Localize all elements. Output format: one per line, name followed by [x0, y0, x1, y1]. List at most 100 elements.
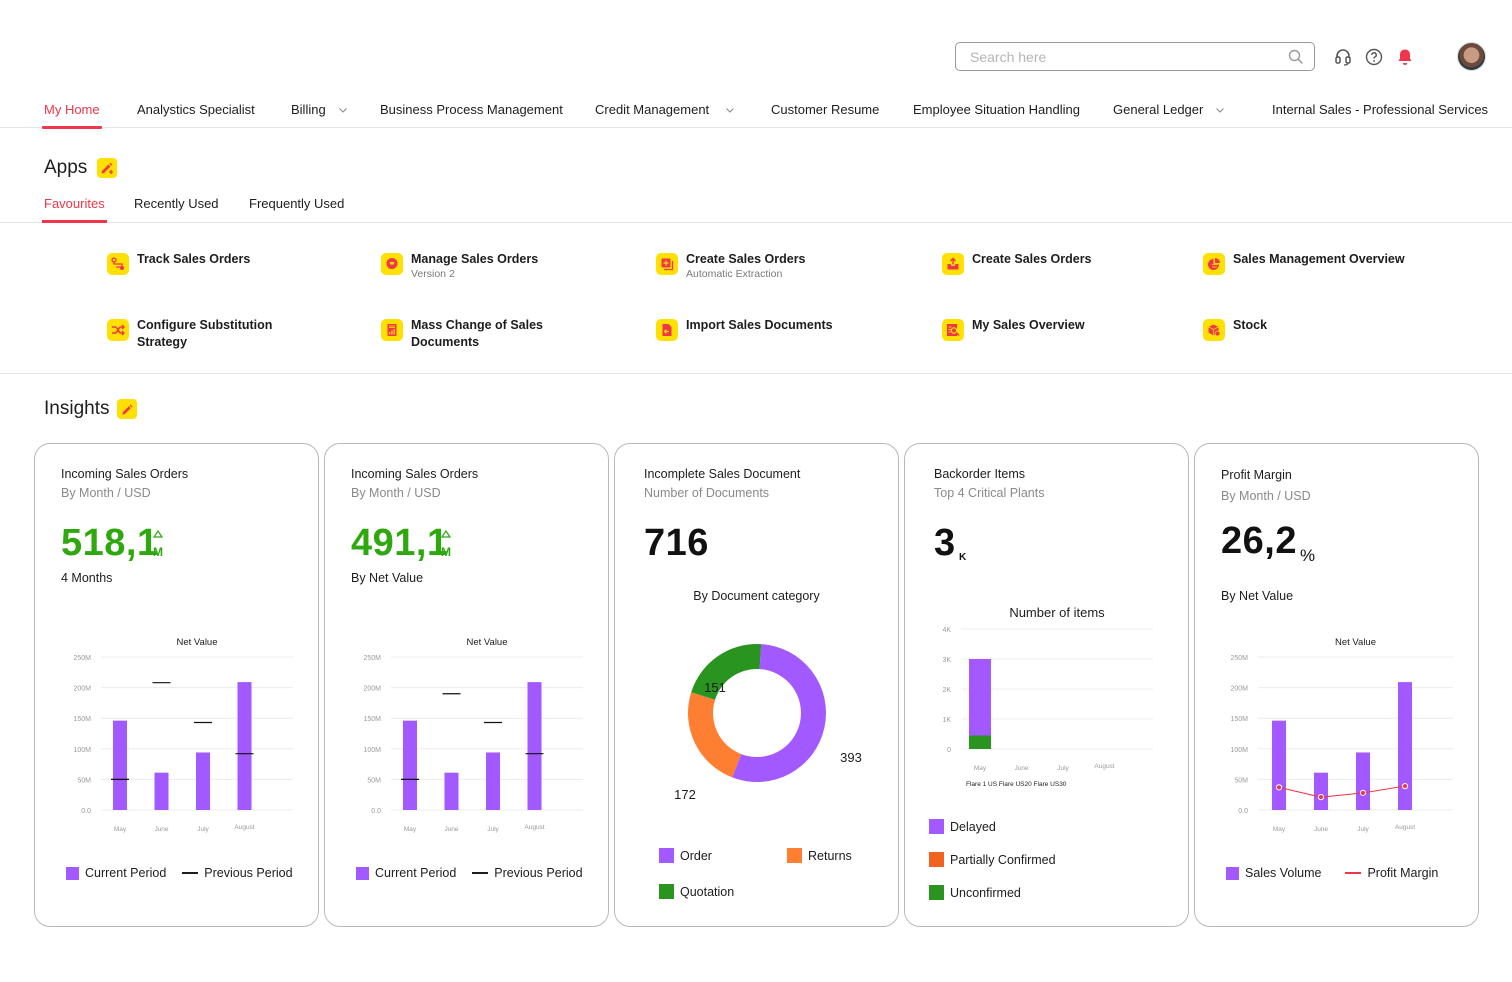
search-input[interactable]: [970, 48, 1288, 65]
y-tick-label: 0.0: [81, 808, 91, 815]
edit-insights-button[interactable]: [117, 399, 138, 419]
profit-margin-point: [1317, 794, 1325, 801]
nav-item-general-ledger[interactable]: General Ledger: [1113, 102, 1225, 117]
app-title: Import Sales Documents: [686, 318, 833, 332]
headset-icon[interactable]: [1333, 47, 1353, 67]
cart-chat-icon: [381, 253, 403, 275]
app-tile-stock[interactable]: Stock: [1203, 317, 1423, 341]
app-tile-sales-management-overview[interactable]: Sales Management Overview: [1203, 251, 1453, 275]
card-subtitle: Top 4 Critical Plants: [934, 486, 1045, 500]
section-divider: [0, 373, 1512, 374]
bar: [527, 682, 542, 810]
search-icon[interactable]: [1288, 49, 1304, 65]
legend-item-unconfirmed: Unconfirmed: [929, 885, 1021, 900]
app-tile-configure-substitution-strategy[interactable]: Configure Substitution Strategy: [107, 317, 327, 351]
x-footer-label: Flare 1 US Flare US20 Flare US30: [966, 781, 1067, 788]
bar: [196, 752, 210, 810]
tab-favourites[interactable]: Favourites: [42, 196, 107, 223]
nav-item-billing[interactable]: Billing: [291, 102, 348, 117]
pencil-plus-icon: [101, 162, 114, 174]
bar: [444, 772, 459, 810]
bell-icon[interactable]: [1395, 47, 1415, 67]
app-tile-mass-change-sales-documents[interactable]: Mass Change of Sales Documents: [381, 317, 601, 351]
y-tick-label: 150M: [363, 716, 381, 723]
profit-margin-point: [1359, 789, 1367, 796]
x-tick-label: July: [1357, 826, 1369, 833]
y-tick-label: 2K: [942, 687, 951, 694]
y-tick-label: 250M: [363, 655, 381, 662]
bar: [1314, 772, 1328, 810]
y-tick-label: 100M: [363, 747, 381, 754]
y-tick-label: 0.0: [1238, 808, 1248, 815]
bar: [237, 682, 252, 810]
nav-item-label: Business Process Management: [380, 102, 563, 117]
app-tile-my-sales-overview[interactable]: My Sales Overview: [942, 317, 1162, 341]
app-title: Manage Sales Orders: [411, 252, 539, 266]
nav-item-customer-resume[interactable]: Customer Resume: [771, 102, 879, 117]
nav-item-label: My Home: [44, 102, 100, 117]
tab-recently-used[interactable]: Recently Used: [134, 196, 219, 211]
insights-heading: Insights: [44, 398, 138, 420]
shuffle-icon: [107, 319, 129, 341]
y-tick-label: 3K: [942, 657, 951, 664]
insight-card-backorder-items[interactable]: Backorder Items Top 4 Critical Plants 3 …: [904, 443, 1189, 927]
app-tile-track-sales-orders[interactable]: Track Sales Orders: [107, 251, 327, 275]
legend-line-previous: [182, 872, 199, 874]
bar: [1272, 720, 1286, 810]
bar: [1356, 752, 1370, 810]
app-tile-import-sales-documents[interactable]: Import Sales Documents: [656, 317, 876, 341]
y-tick-label: 150M: [73, 716, 91, 723]
legend-label: Returns: [808, 848, 852, 863]
chart-legend: Current Period Previous Period: [66, 866, 293, 880]
nav-item-label: Customer Resume: [771, 102, 880, 117]
kpi-value: 3: [934, 522, 956, 564]
nav-item-label: Credit Management: [595, 102, 710, 117]
nav-item-employee-situation-handling[interactable]: Employee Situation Handling: [913, 102, 1080, 117]
nav-item-internal-sales[interactable]: Internal Sales - Professional Services: [1272, 102, 1488, 117]
x-tick-label: June: [1014, 765, 1028, 772]
legend-swatch: [929, 852, 944, 867]
app-tile-create-sales-orders-auto[interactable]: Create Sales Orders Automatic Extraction: [656, 251, 876, 281]
insight-card-incoming-sales-orders-1[interactable]: Incoming Sales Orders By Month / USD 518…: [34, 443, 319, 927]
nav-item-business-process-management[interactable]: Business Process Management: [380, 102, 563, 117]
legend-swatch: [659, 848, 674, 863]
kpi-description: By Net Value: [351, 571, 424, 585]
nav-item-my-home[interactable]: My Home: [42, 102, 102, 129]
document-category-donut-chart: 393 172 151: [674, 644, 862, 802]
nav-item-analytics-specialist[interactable]: Analystics Specialist: [137, 102, 255, 117]
legend-label: Profit Margin: [1367, 866, 1439, 880]
x-tick-label: June: [1314, 826, 1328, 833]
kpi-value: 716: [644, 522, 709, 564]
donut-slice-returns: [688, 692, 742, 778]
search-box[interactable]: [955, 42, 1315, 71]
app-title: Sales Management Overview: [1233, 252, 1405, 266]
nav-item-credit-management[interactable]: Credit Management: [595, 102, 735, 117]
card-subtitle: By Month / USD: [351, 486, 441, 500]
app-tile-create-sales-orders[interactable]: Create Sales Orders: [942, 251, 1162, 275]
insight-card-incomplete-sales-document[interactable]: Incomplete Sales Document Number of Docu…: [614, 443, 899, 927]
edit-apps-button[interactable]: [97, 158, 118, 178]
card-subtitle: Number of Documents: [644, 486, 770, 500]
pie-chart-icon: [1203, 253, 1225, 275]
legend-swatch: [929, 819, 944, 834]
kpi-description: 4 Months: [61, 571, 113, 585]
user-avatar[interactable]: [1457, 42, 1486, 71]
legend-item-returns: Returns: [787, 848, 852, 863]
kpi-unit: M: [441, 545, 451, 559]
insight-card-profit-margin[interactable]: Profit Margin By Month / USD 26,2 % By N…: [1194, 443, 1479, 927]
help-icon[interactable]: [1364, 47, 1384, 67]
x-tick-label: August: [1094, 763, 1114, 770]
bar-segment-unconfirmed: [969, 735, 991, 749]
chart-legend: Sales Volume Profit Margin: [1226, 866, 1438, 880]
x-tick-label: August: [524, 824, 544, 831]
tab-frequently-used[interactable]: Frequently Used: [249, 196, 344, 211]
app-tile-manage-sales-orders[interactable]: Manage Sales Orders Version 2: [381, 251, 601, 281]
profit-margin-point: [1401, 783, 1409, 790]
profit-margin-combo-chart: Net Value 0.0 50M 100M 150M 200M 250M May June Ju…: [1230, 637, 1453, 833]
legend-swatch-current: [66, 866, 79, 880]
insight-card-incoming-sales-orders-2[interactable]: Incoming Sales Orders By Month / USD 491…: [324, 443, 609, 927]
net-value-bar-chart: Net Value 0.0 50M 100M 150M 200M 250M May June Ju…: [73, 637, 293, 833]
main-nav: My Home Analystics Specialist Billing Bu…: [0, 94, 1512, 129]
donut-label-quotation: 151: [704, 680, 726, 695]
bar: [1398, 682, 1412, 810]
